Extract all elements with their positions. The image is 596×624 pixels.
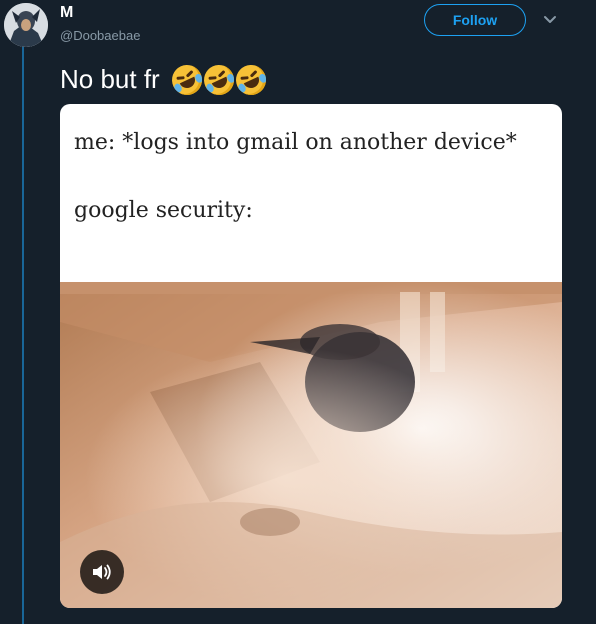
meme-caption-line-1: me: *logs into gmail on another device* bbox=[74, 130, 517, 155]
meme-caption-line-2: google security: bbox=[74, 198, 253, 223]
rolling-on-floor-laughing-icon bbox=[166, 59, 207, 100]
tweet-body: No but fr bbox=[60, 59, 271, 100]
speaker-icon bbox=[93, 564, 111, 580]
emoji-row bbox=[166, 59, 271, 100]
follow-button[interactable]: Follow bbox=[424, 4, 526, 36]
thread-connector-line bbox=[22, 44, 24, 624]
avatar-image bbox=[4, 3, 48, 47]
video-frame bbox=[60, 282, 562, 608]
rolling-on-floor-laughing-icon bbox=[230, 59, 271, 100]
media-card[interactable]: me: *logs into gmail on another device* … bbox=[60, 104, 562, 608]
rolling-on-floor-laughing-icon bbox=[198, 59, 239, 100]
tweet-text: No but fr bbox=[60, 64, 160, 94]
avatar[interactable] bbox=[4, 3, 48, 47]
video-player[interactable] bbox=[60, 282, 562, 608]
volume-button[interactable] bbox=[80, 550, 124, 594]
user-handle[interactable]: @Doobaebae bbox=[60, 28, 140, 43]
chevron-down-icon[interactable] bbox=[542, 12, 558, 28]
display-name[interactable]: M bbox=[60, 4, 74, 22]
